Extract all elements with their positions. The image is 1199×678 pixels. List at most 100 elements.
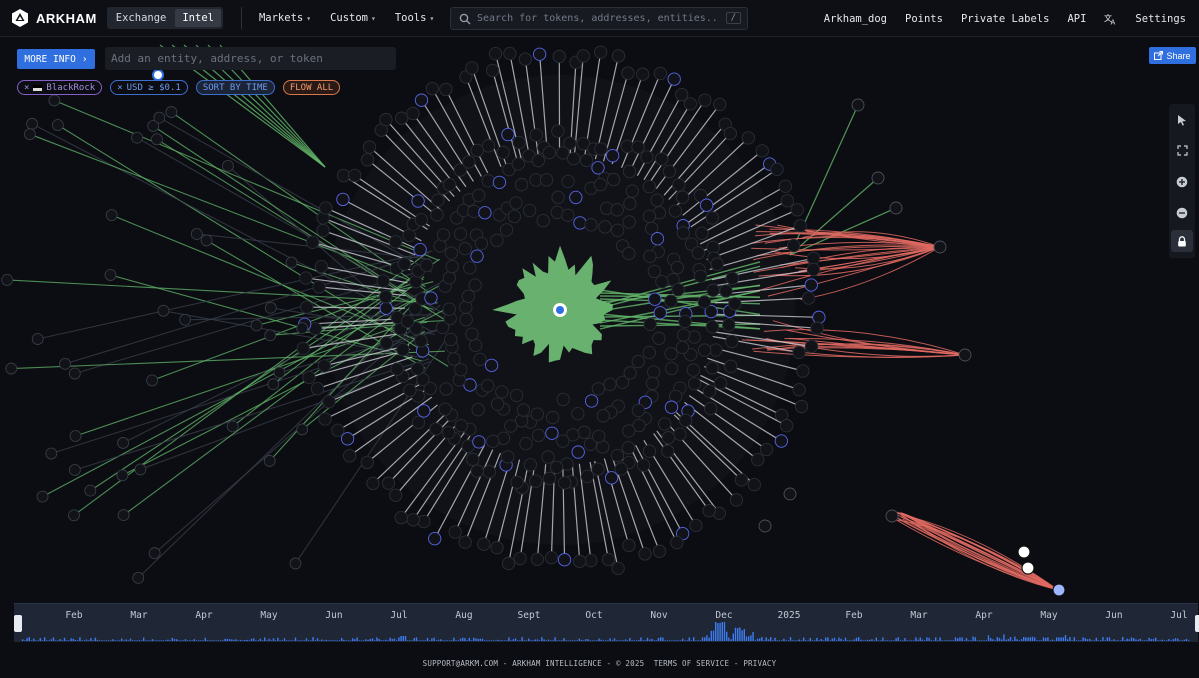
lock-layout-button[interactable] — [1171, 230, 1193, 252]
user-profile-link[interactable]: Arkham_dog — [824, 13, 887, 25]
mode-exchange-button[interactable]: Exchange — [109, 9, 174, 27]
address-node[interactable] — [713, 97, 727, 112]
address-node[interactable] — [379, 112, 393, 127]
address-node[interactable] — [165, 106, 178, 118]
address-node[interactable] — [316, 223, 330, 238]
address-node[interactable] — [439, 382, 453, 396]
address-node[interactable] — [406, 106, 420, 121]
address-node[interactable] — [336, 192, 350, 207]
address-node[interactable] — [758, 519, 772, 533]
address-node[interactable] — [190, 228, 203, 240]
search-input[interactable] — [475, 12, 719, 25]
address-node[interactable] — [472, 188, 486, 202]
address-node[interactable] — [792, 383, 806, 397]
address-node[interactable] — [263, 455, 276, 467]
address-node[interactable] — [5, 362, 18, 375]
address-node[interactable] — [305, 235, 320, 249]
address-node[interactable] — [463, 261, 477, 275]
address-node[interactable] — [523, 458, 538, 472]
address-node[interactable] — [310, 381, 325, 396]
address-node[interactable] — [388, 235, 403, 249]
address-node[interactable] — [441, 426, 456, 440]
address-node[interactable] — [472, 435, 486, 449]
address-node[interactable] — [513, 551, 527, 566]
address-node[interactable] — [783, 487, 797, 501]
address-node[interactable] — [697, 343, 712, 357]
address-node[interactable] — [481, 379, 495, 393]
address-node[interactable] — [467, 204, 481, 219]
address-node[interactable] — [592, 429, 606, 443]
address-node[interactable] — [447, 352, 461, 366]
address-node[interactable] — [501, 127, 515, 142]
address-node[interactable] — [439, 82, 453, 97]
address-node[interactable] — [698, 93, 712, 107]
address-node[interactable] — [264, 301, 277, 314]
address-node[interactable] — [576, 49, 590, 63]
address-node[interactable] — [442, 178, 457, 192]
address-node[interactable] — [474, 236, 489, 251]
address-node[interactable] — [507, 209, 521, 224]
address-node[interactable] — [331, 423, 345, 437]
address-node[interactable] — [741, 131, 755, 145]
address-node[interactable] — [678, 314, 692, 329]
address-node[interactable] — [622, 424, 636, 438]
address-node[interactable] — [699, 198, 714, 212]
address-node[interactable] — [264, 329, 277, 342]
address-node[interactable] — [655, 275, 669, 289]
address-node[interactable] — [68, 464, 81, 476]
address-node[interactable] — [664, 400, 679, 414]
address-node[interactable] — [68, 367, 81, 380]
address-node[interactable] — [621, 66, 635, 80]
address-node[interactable] — [801, 291, 816, 305]
address-node[interactable] — [642, 345, 656, 360]
address-node[interactable] — [289, 557, 302, 570]
address-node[interactable] — [804, 339, 819, 354]
address-node[interactable] — [444, 246, 459, 260]
address-node[interactable] — [611, 223, 625, 237]
address-node[interactable] — [544, 551, 559, 565]
address-node[interactable] — [317, 359, 332, 373]
address-node[interactable] — [445, 259, 459, 274]
address-node[interactable] — [296, 341, 310, 356]
address-node[interactable] — [105, 209, 118, 222]
address-node[interactable] — [459, 300, 473, 314]
address-node[interactable] — [465, 327, 479, 341]
address-node[interactable] — [642, 209, 657, 223]
center-entity-node-core[interactable] — [556, 306, 564, 314]
address-node[interactable] — [705, 211, 719, 225]
address-node[interactable] — [643, 317, 657, 331]
address-node[interactable] — [661, 444, 675, 458]
address-node[interactable] — [652, 331, 666, 345]
address-node[interactable] — [661, 431, 676, 445]
address-node[interactable] — [348, 168, 362, 183]
address-node[interactable] — [84, 484, 97, 497]
address-node[interactable] — [584, 218, 598, 232]
address-node[interactable] — [536, 213, 550, 228]
address-node[interactable] — [724, 359, 738, 373]
address-node[interactable] — [381, 476, 396, 490]
cursor-tool-button[interactable] — [1169, 104, 1195, 135]
address-node[interactable] — [470, 464, 484, 478]
address-node[interactable] — [689, 518, 703, 533]
address-node[interactable] — [453, 227, 468, 241]
address-node[interactable] — [604, 471, 619, 485]
address-node[interactable] — [488, 47, 503, 61]
address-node[interactable] — [569, 190, 583, 205]
address-node[interactable] — [551, 190, 565, 204]
address-node[interactable] — [433, 239, 447, 253]
address-node[interactable] — [302, 370, 316, 385]
address-node[interactable] — [411, 415, 426, 430]
address-node[interactable] — [477, 537, 491, 551]
address-node[interactable] — [672, 178, 686, 192]
address-node[interactable] — [723, 126, 737, 141]
address-node[interactable] — [442, 271, 457, 285]
address-node[interactable] — [312, 280, 326, 294]
address-node[interactable] — [593, 45, 608, 59]
address-node[interactable] — [794, 399, 809, 414]
address-node[interactable] — [642, 180, 657, 194]
address-node[interactable] — [117, 437, 129, 449]
address-node[interactable] — [625, 184, 639, 198]
address-node[interactable] — [438, 402, 452, 416]
address-node[interactable] — [454, 419, 468, 433]
private-labels-link[interactable]: Private Labels — [961, 13, 1050, 25]
